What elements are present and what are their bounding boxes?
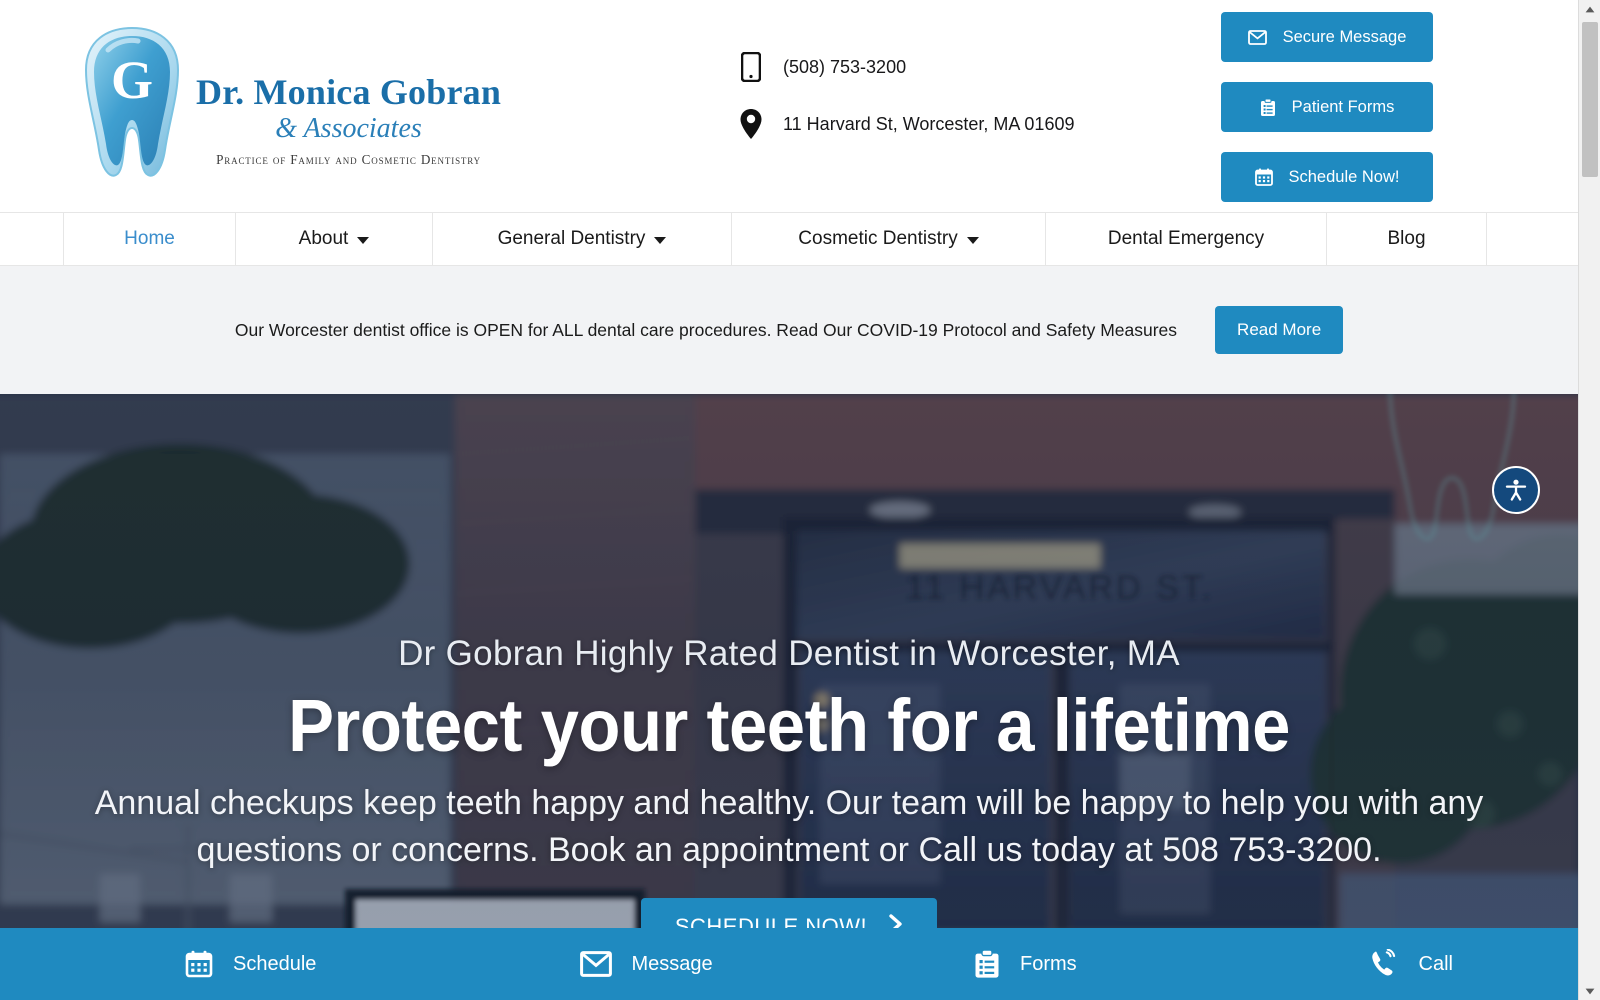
nav-item-cosmetic-dentistry[interactable]: Cosmetic Dentistry [732,213,1046,265]
page-viewport: G Dr. Monica Gobran & Associates Practic… [0,0,1578,1000]
clipboard-icon [974,949,1000,979]
schedule-now-button[interactable]: Schedule Now! [1221,152,1433,202]
nav-item-dental-emergency[interactable]: Dental Emergency [1046,213,1327,265]
logo-wordmark: Dr. Monica Gobran & Associates Practice … [196,38,501,168]
tooth-logo-icon: G [84,26,180,177]
bottom-bar-call-label: Call [1418,952,1453,975]
bottom-bar-forms-label: Forms [1020,952,1077,975]
bottom-bar-message-label: Message [631,952,713,975]
bottom-bar-message[interactable]: Message [395,951,790,977]
clipboard-icon [1260,98,1276,117]
patient-forms-label: Patient Forms [1291,97,1395,116]
logo-associates: & Associates [275,112,422,144]
secure-message-label: Secure Message [1282,27,1407,46]
hero-subtitle: Dr Gobran Highly Rated Dentist in Worces… [398,634,1180,673]
nav-label-dental-emergency: Dental Emergency [1107,228,1265,249]
header-contact-info: (508) 753-3200 11 Harvard St, Worcester,… [737,52,1074,140]
hero-body-line-1: Annual checkups keep teeth happy and hea… [94,783,1484,822]
site-header: G Dr. Monica Gobran & Associates Practic… [0,0,1578,212]
nav-item-about[interactable]: About [236,213,433,265]
nav-label-cosmetic-dentistry: Cosmetic Dentistry [798,228,958,249]
hero-body-line-2: questions or concerns. Book an appointme… [196,830,1382,869]
svg-text:G: G [111,50,153,110]
scrollbar-thumb[interactable] [1582,22,1598,177]
envelope-icon [1247,29,1267,45]
chevron-down-icon [357,237,370,244]
chevron-down-icon [654,237,667,244]
hero-content: Dr Gobran Highly Rated Dentist in Worces… [0,634,1578,956]
address-text: 11 Harvard St, Worcester, MA 01609 [783,113,1075,134]
site-logo[interactable]: G Dr. Monica Gobran & Associates Practic… [78,22,501,184]
accessibility-icon [1505,479,1527,501]
page-scrollbar[interactable] [1578,0,1600,1000]
bottom-bar-forms[interactable]: Forms [789,949,1184,979]
calendar-icon [185,950,213,978]
nav-label-general-dentistry: General Dentistry [497,228,646,249]
phone-number: (508) 753-3200 [783,56,907,77]
phone-ringing-icon [1369,949,1399,979]
map-pin-icon [737,108,765,140]
calendar-icon [1254,168,1273,186]
nav-label-about: About [298,228,349,249]
header-cta-buttons: Secure Message Patient Forms Schedule No… [1221,12,1433,202]
hero-title: Protect your teeth for a lifetime [288,684,1290,767]
address-contact[interactable]: 11 Harvard St, Worcester, MA 01609 [737,108,1074,140]
logo-tagline: Practice of Family and Cosmetic Dentistr… [216,151,481,167]
hero-body-text: Annual checkups keep teeth happy and hea… [40,780,1538,874]
nav-item-blog[interactable]: Blog [1327,213,1487,265]
covid-banner: Our Worcester dentist office is OPEN for… [0,266,1578,394]
nav-item-general-dentistry[interactable]: General Dentistry [433,213,732,265]
mobile-action-bar: Schedule Message Forms Call [0,928,1578,1000]
scroll-down-arrow-icon[interactable] [1579,982,1600,1000]
nav-label-home: Home [124,228,175,249]
bottom-bar-schedule-label: Schedule [233,952,317,975]
logo-practice-name: Dr. Monica Gobran [196,72,502,112]
hero-section: G Dr. Monica Gobran Practice of Family a… [0,394,1578,1000]
covid-read-more-button[interactable]: Read More [1215,306,1344,354]
main-navigation: Home About General Dentistry Cosmetic De… [0,212,1578,266]
bottom-bar-schedule[interactable]: Schedule [0,950,395,978]
envelope-icon [579,951,612,977]
chevron-down-icon [966,237,979,244]
schedule-now-label: Schedule Now! [1288,167,1400,186]
phone-contact[interactable]: (508) 753-3200 [737,52,1074,82]
nav-label-blog: Blog [1387,228,1426,249]
secure-message-button[interactable]: Secure Message [1221,12,1433,62]
covid-banner-text: Our Worcester dentist office is OPEN for… [234,319,1178,340]
accessibility-button[interactable] [1492,466,1540,514]
bottom-bar-call[interactable]: Call [1184,949,1579,979]
scroll-up-arrow-icon[interactable] [1579,0,1600,18]
mobile-phone-icon [737,52,765,82]
nav-item-home[interactable]: Home [63,213,236,265]
patient-forms-button[interactable]: Patient Forms [1221,82,1433,132]
